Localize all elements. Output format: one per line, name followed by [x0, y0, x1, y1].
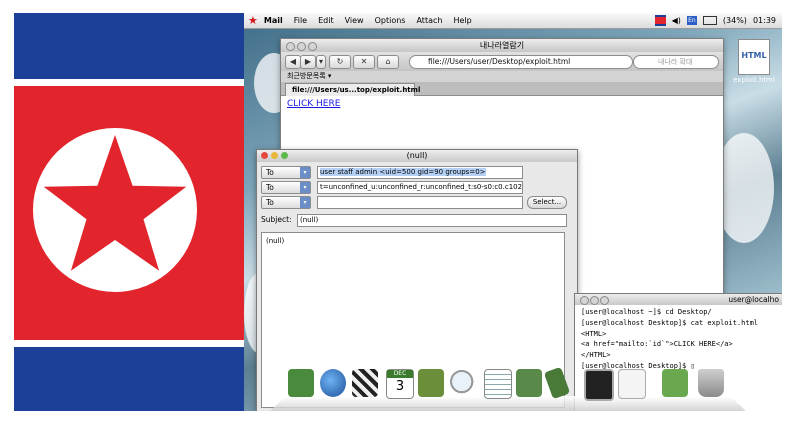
- flag-blue-stripe-top: [14, 13, 244, 79]
- desktop: ★ Mail File Edit View Options Attach Hel…: [244, 13, 782, 411]
- minimize-button[interactable]: [590, 296, 599, 305]
- terminal-line: <HTML>: [581, 329, 607, 338]
- globe-icon[interactable]: [320, 369, 346, 397]
- html-file-icon-text: HTML: [741, 51, 767, 60]
- speaker-icon[interactable]: ◀): [672, 16, 681, 25]
- menu-view[interactable]: View: [345, 16, 364, 25]
- terminal-line: [user@localhost Desktop]$ cat exploit.ht…: [581, 318, 759, 327]
- calendar-month: DEC: [387, 370, 413, 378]
- subject-input[interactable]: (null): [297, 214, 567, 227]
- battery-percent: (34%): [722, 16, 747, 25]
- minimize-button[interactable]: [297, 42, 306, 51]
- minimize-button[interactable]: [271, 152, 278, 159]
- menubar: ★ Mail File Edit View Options Attach Hel…: [244, 13, 782, 29]
- magnifier-icon[interactable]: [450, 369, 476, 397]
- chevron-down-icon: ▾: [300, 182, 310, 193]
- terminal-output[interactable]: [user@localhost ~]$ cd Desktop/ [user@lo…: [581, 307, 758, 372]
- html-file-icon[interactable]: HTML: [738, 39, 770, 75]
- calendar-day: 3: [395, 379, 405, 394]
- search-input[interactable]: 내나라 확대: [633, 55, 719, 69]
- zoom-button[interactable]: [281, 152, 288, 159]
- menu-edit[interactable]: Edit: [318, 16, 334, 25]
- forward-arrow-icon[interactable]: ▶: [300, 55, 316, 69]
- dock: DEC 3: [269, 365, 747, 411]
- clapperboard-icon[interactable]: [352, 369, 378, 397]
- close-button[interactable]: [580, 296, 589, 305]
- flag-emblem: [33, 128, 197, 292]
- zoom-button[interactable]: [308, 42, 317, 51]
- recipient-field[interactable]: user staff admin <uid=500 gid=90 groups=…: [317, 166, 523, 179]
- recent-history-menu[interactable]: 최근방문목록 ▾: [287, 72, 331, 80]
- chevron-down-icon: ▾: [300, 197, 310, 208]
- terminal-line: </HTML>: [581, 351, 611, 360]
- history-dropdown-icon[interactable]: ▾: [316, 55, 326, 69]
- recipient-field[interactable]: t=unconfined_u:unconfined_r:unconfined_t…: [317, 181, 523, 194]
- reload-icon[interactable]: ↻: [329, 55, 351, 69]
- calendar-icon[interactable]: DEC 3: [386, 369, 414, 399]
- north-korea-flag: [14, 13, 244, 411]
- click-here-link[interactable]: CLICK HERE: [287, 99, 340, 109]
- terminal-title: user@localho: [728, 295, 779, 304]
- html-file-label[interactable]: exploit.html: [728, 76, 780, 84]
- tab-bar: file:///Users/us...top/exploit.html: [281, 82, 723, 96]
- spreadsheet-icon[interactable]: [484, 369, 512, 399]
- menu-options[interactable]: Options: [375, 16, 406, 25]
- recipient-field[interactable]: [317, 196, 523, 209]
- flag-blue-stripe-bottom: [14, 347, 244, 411]
- browser-toolbar: ◀ ▶ ▾ ↻ ✕ ⌂ file:///Users/user/Desktop/e…: [281, 52, 723, 71]
- ruler-icon[interactable]: [543, 366, 571, 400]
- subject-row: Subject: (null): [261, 214, 573, 227]
- browser-title: 내나라열람기: [479, 41, 525, 50]
- menu-help[interactable]: Help: [453, 16, 471, 25]
- menu-file[interactable]: File: [294, 16, 307, 25]
- battery-icon[interactable]: [702, 16, 717, 25]
- recipient-row: To ▾ Select...: [261, 196, 573, 209]
- bookmarks-bar: 최근방문목록 ▾: [281, 71, 723, 82]
- recipient-row: To ▾ user staff admin <uid=500 gid=90 gro…: [261, 166, 573, 179]
- stop-icon[interactable]: ✕: [353, 55, 375, 69]
- envelope-icon[interactable]: [618, 369, 646, 399]
- chevron-down-icon: ▾: [300, 167, 310, 178]
- recipient-type-select[interactable]: To ▾: [261, 166, 311, 179]
- subject-label: Subject:: [261, 215, 292, 224]
- recipient-type-select[interactable]: To ▾: [261, 181, 311, 194]
- mail-titlebar[interactable]: (null): [257, 150, 577, 162]
- language-flag-icon[interactable]: [654, 15, 666, 26]
- zoom-button[interactable]: [600, 296, 609, 305]
- status-area: ◀) En (34%) 01:39: [654, 13, 776, 28]
- book-icon[interactable]: [288, 369, 314, 397]
- recipient-type-label: To: [266, 198, 274, 207]
- menu-attach[interactable]: Attach: [416, 16, 442, 25]
- recipient-row: To ▾ t=unconfined_u:unconfined_r:unconfin…: [261, 181, 573, 194]
- mail-title: (null): [406, 151, 428, 160]
- terminal-line: [user@localhost ~]$ cd Desktop/: [581, 308, 712, 316]
- trash-icon[interactable]: [698, 369, 724, 397]
- back-arrow-icon[interactable]: ◀: [285, 55, 301, 69]
- terminal-line: <a href="mailto:`id`">CLICK HERE</a>: [581, 340, 733, 349]
- menu-app-name[interactable]: Mail: [264, 16, 283, 25]
- keyboard-icon[interactable]: En: [686, 16, 697, 25]
- recipient-type-label: To: [266, 168, 274, 177]
- home-icon[interactable]: ⌂: [377, 55, 399, 69]
- presentation-icon[interactable]: [516, 369, 542, 397]
- close-button[interactable]: [261, 152, 268, 159]
- red-star-icon[interactable]: ★: [248, 13, 258, 28]
- monitor-icon[interactable]: [584, 369, 614, 401]
- recipient-value: user staff admin <uid=500 gid=90 groups=…: [320, 168, 486, 176]
- select-button[interactable]: Select...: [527, 196, 567, 209]
- clock[interactable]: 01:39: [753, 16, 776, 25]
- close-button[interactable]: [286, 42, 295, 51]
- browser-titlebar[interactable]: 내나라열람기: [281, 39, 723, 52]
- address-book-icon[interactable]: [418, 369, 444, 397]
- terminal-titlebar[interactable]: user@localho: [575, 294, 782, 305]
- recipient-type-label: To: [266, 183, 274, 192]
- recipient-type-select[interactable]: To ▾: [261, 196, 311, 209]
- flag-white-stripe-top: [14, 79, 244, 86]
- tab-exploit[interactable]: file:///Users/us...top/exploit.html: [285, 83, 420, 96]
- flag-white-stripe-bottom: [14, 340, 244, 347]
- folder-icon[interactable]: [662, 369, 688, 397]
- url-input[interactable]: file:///Users/user/Desktop/exploit.html: [409, 55, 633, 69]
